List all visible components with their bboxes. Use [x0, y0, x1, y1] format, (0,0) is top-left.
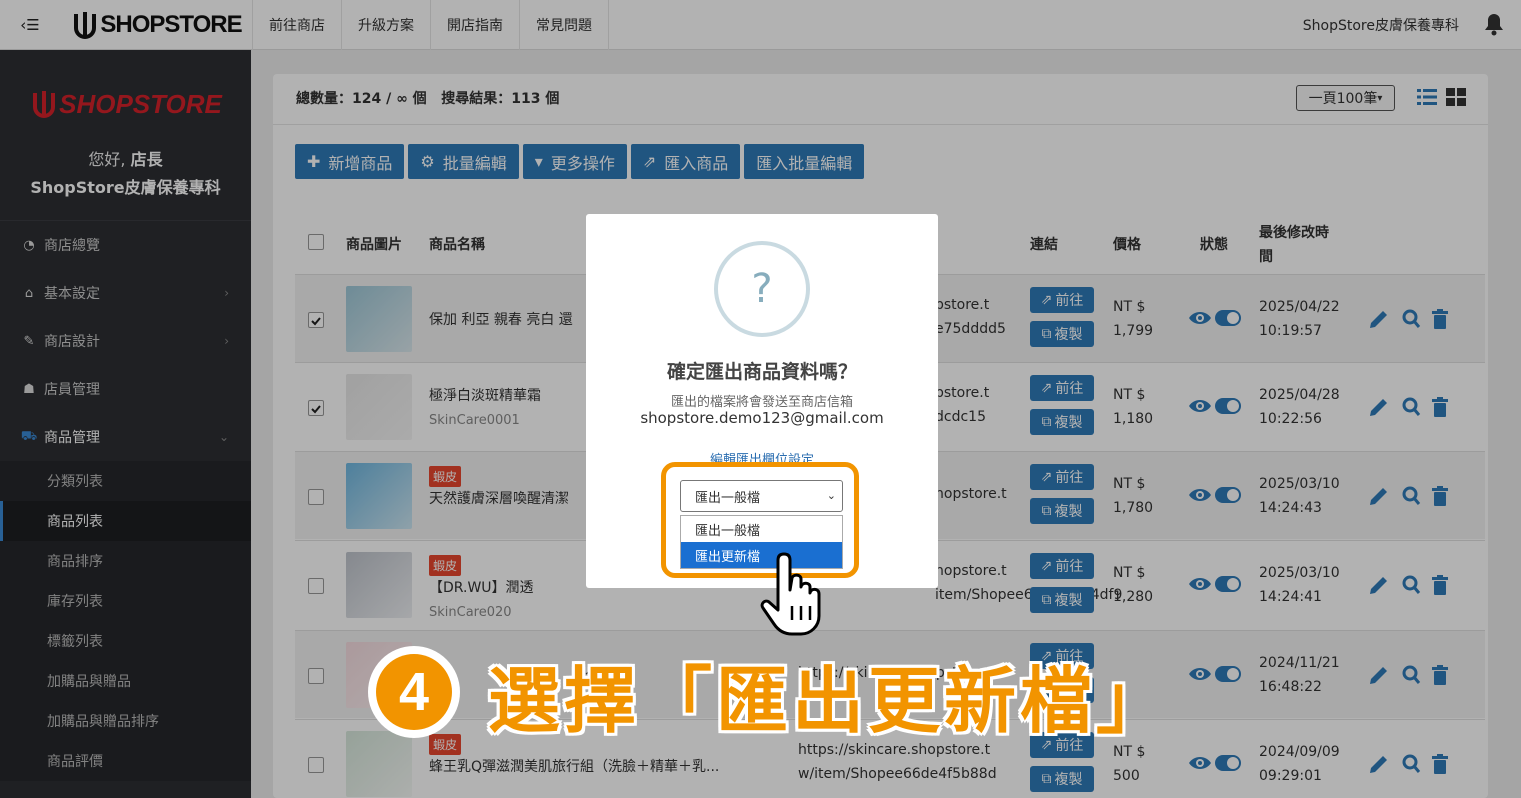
- question-icon: ?: [714, 241, 810, 337]
- dialog-description: 匯出的檔案將會發送至商店信箱: [670, 395, 853, 410]
- dialog-title: 確定匯出商品資料嗎？: [666, 361, 857, 383]
- option-export-general[interactable]: 匯出一般檔: [681, 516, 842, 542]
- step-annotation: 4 選擇「匯出更新檔」: [368, 642, 1198, 743]
- step-number-badge: 4: [368, 646, 460, 738]
- export-type-select[interactable]: 匯出一般檔 ⌄: [680, 480, 843, 512]
- dialog-email: shopstore.demo123@gmail.com: [640, 409, 884, 427]
- step-instruction: 選擇「匯出更新檔」: [488, 659, 1173, 743]
- step-number: 4: [376, 654, 452, 730]
- select-value: 匯出一般檔: [695, 490, 761, 506]
- chevron-down-icon: ⌄: [826, 489, 836, 502]
- hand-pointer-icon: [760, 552, 821, 636]
